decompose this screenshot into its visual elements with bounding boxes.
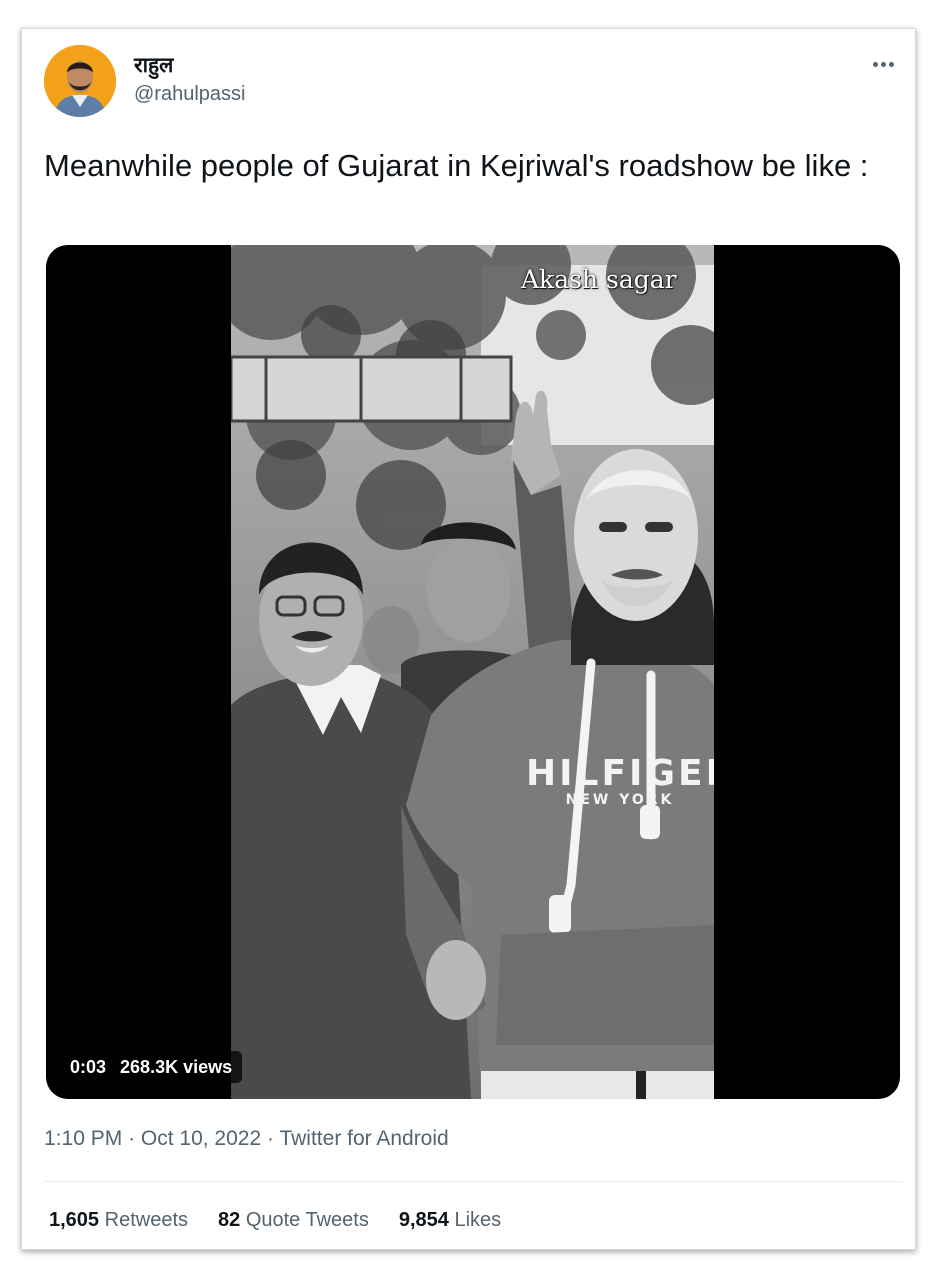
retweets-count: 1,605 <box>49 1209 100 1231</box>
engagement-stats: 1,605 Retweets 82 Quote Tweets 9,854 Lik… <box>49 1209 501 1232</box>
tweet-date[interactable]: Oct 10, 2022 <box>141 1127 261 1150</box>
retweets-stat[interactable]: 1,605 Retweets <box>49 1209 188 1232</box>
tweet-meta: 1:10 PM · Oct 10, 2022 · Twitter for And… <box>44 1127 449 1151</box>
tweet-time[interactable]: 1:10 PM <box>44 1127 122 1150</box>
divider <box>44 1181 902 1182</box>
quote-tweets-count: 82 <box>218 1209 241 1231</box>
tweet-text: Meanwhile people of Gujarat in Kejriwal'… <box>44 148 869 183</box>
likes-label: Likes <box>454 1209 502 1231</box>
video-player[interactable]: HILFIGER NEW YORK Akash sagar 0:03 268.3… <box>46 245 900 1099</box>
likes-stat[interactable]: 9,854 Likes <box>399 1209 501 1232</box>
quote-tweets-label: Quote Tweets <box>245 1209 369 1231</box>
video-watermark: Akash sagar <box>521 265 677 294</box>
retweets-label: Retweets <box>104 1209 188 1231</box>
video-stats-overlay: 0:03 268.3K views <box>60 1051 243 1083</box>
quote-tweets-stat[interactable]: 82 Quote Tweets <box>218 1209 369 1232</box>
likes-count: 9,854 <box>398 1209 449 1231</box>
tweet-card: राहुल @rahulpassi Meanwhile people of Gu… <box>21 28 916 1250</box>
video-views: 268.3K views <box>120 1056 233 1077</box>
display-name[interactable]: राहुल <box>134 51 173 79</box>
more-dots-icon[interactable] <box>865 49 901 79</box>
hoodie-text: HILFIGER <box>526 753 714 794</box>
video-duration: 0:03 <box>70 1056 107 1077</box>
avatar[interactable] <box>44 45 116 117</box>
meta-separator: · <box>128 1127 136 1150</box>
video-still-image <box>231 245 714 1099</box>
hoodie-logo: HILFIGER NEW YORK <box>526 753 714 808</box>
video-frame[interactable]: HILFIGER NEW YORK Akash sagar <box>231 245 714 1099</box>
tweet-source[interactable]: Twitter for Android <box>279 1127 448 1150</box>
user-handle[interactable]: @rahulpassi <box>134 83 245 106</box>
avatar-image <box>44 45 116 117</box>
hoodie-subtext: NEW YORK <box>565 792 675 808</box>
meta-separator: · <box>267 1127 274 1150</box>
